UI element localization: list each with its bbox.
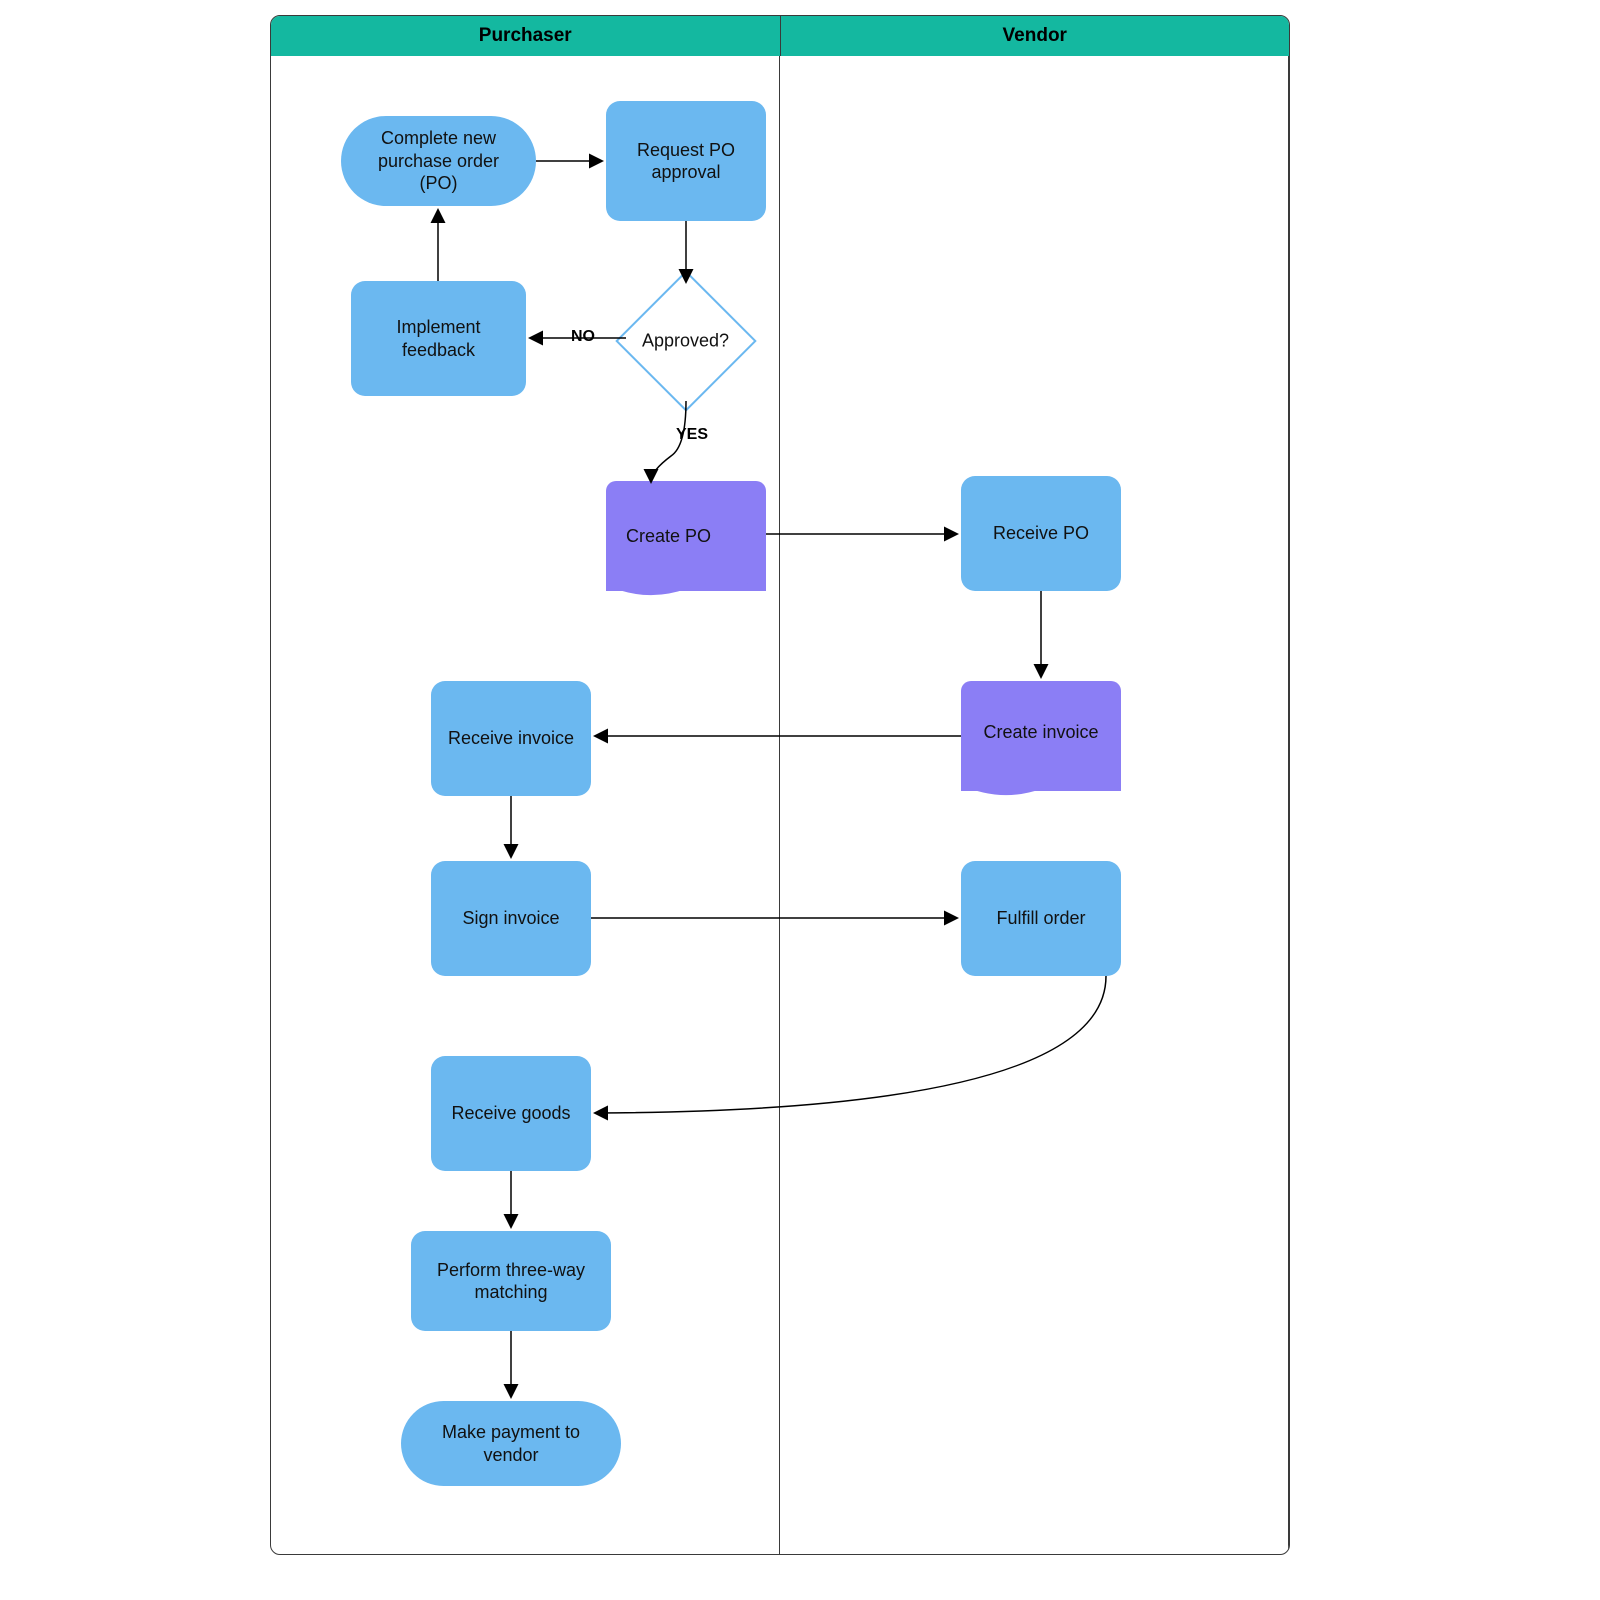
node-request-approval: Request PO approval [606, 101, 766, 221]
edge-label-yes: YES [676, 426, 708, 444]
node-sign-invoice: Sign invoice [431, 861, 591, 976]
node-approved-label: Approved? [642, 330, 729, 353]
node-receive-invoice: Receive invoice [431, 681, 591, 796]
node-create-po-label: Create PO [626, 525, 711, 548]
node-receive-po: Receive PO [961, 476, 1121, 591]
lane-body: Complete new purchase order (PO) Request… [271, 56, 1289, 1554]
lane-header-vendor: Vendor [781, 16, 1290, 56]
node-create-invoice: Create invoice [961, 681, 1121, 791]
node-fulfill-order: Fulfill order [961, 861, 1121, 976]
lane-vendor [780, 56, 1289, 1554]
lane-headers: Purchaser Vendor [271, 16, 1289, 56]
document-wave-icon [606, 575, 766, 605]
node-make-payment: Make payment to vendor [401, 1401, 621, 1486]
lane-header-purchaser: Purchaser [271, 16, 781, 56]
swimlane-diagram: Purchaser Vendor Complete new purchase o… [270, 15, 1290, 1555]
node-receive-goods: Receive goods [431, 1056, 591, 1171]
node-three-way-matching: Perform three-way matching [411, 1231, 611, 1331]
node-create-po: Create PO [606, 481, 766, 591]
document-wave-icon [961, 775, 1121, 805]
node-create-invoice-label: Create invoice [983, 721, 1098, 744]
node-complete-po: Complete new purchase order (PO) [341, 116, 536, 206]
edge-label-no: NO [571, 328, 595, 346]
node-implement-feedback: Implement feedback [351, 281, 526, 396]
